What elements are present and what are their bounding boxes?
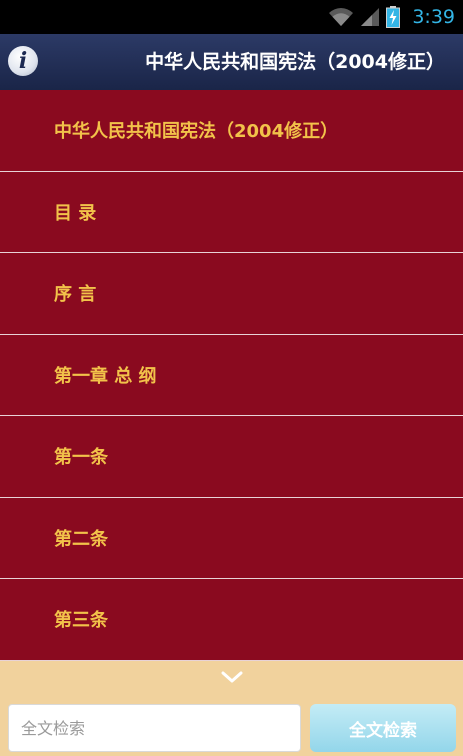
list-item[interactable]: 第一章 总 纲 (0, 335, 463, 416)
list-item[interactable]: 第一条 (0, 416, 463, 498)
app-screen: 3:39 i 中华人民共和国宪法（2004修正） 中华人民共和国宪法（2004修… (0, 0, 463, 756)
status-clock: 3:39 (412, 6, 455, 28)
list-item-label: 第二条 (54, 528, 108, 550)
list-item[interactable]: 序 言 (0, 253, 463, 335)
search-button[interactable]: 全文检索 (310, 704, 456, 752)
wifi-icon (329, 8, 354, 26)
list-item-label: 第一章 总 纲 (54, 365, 157, 387)
list-item-label: 第三条 (54, 610, 108, 632)
list-item[interactable]: 目 录 (0, 172, 463, 253)
list-item-label: 目 录 (54, 202, 97, 224)
page-title: 中华人民共和国宪法（2004修正） (145, 51, 445, 73)
list-item[interactable]: 中华人民共和国宪法（2004修正） (0, 90, 463, 172)
status-bar: 3:39 (0, 0, 463, 34)
search-footer: 全文检索 (0, 661, 463, 756)
list-item[interactable]: 第二条 (0, 498, 463, 579)
title-bar: i 中华人民共和国宪法（2004修正） (0, 34, 463, 90)
list-item-label: 第一条 (54, 447, 108, 469)
signal-icon (361, 8, 380, 26)
chapter-list: 中华人民共和国宪法（2004修正） 目 录 序 言 第一章 总 纲 第一条 第二… (0, 90, 463, 661)
search-input[interactable] (8, 704, 301, 752)
list-item-label: 序 言 (54, 284, 97, 306)
list-item-label: 中华人民共和国宪法（2004修正） (54, 121, 339, 143)
list-item[interactable]: 第三条 (0, 579, 463, 661)
chevron-down-icon[interactable] (221, 671, 243, 685)
info-icon[interactable]: i (8, 46, 38, 76)
battery-charging-icon (386, 6, 401, 28)
